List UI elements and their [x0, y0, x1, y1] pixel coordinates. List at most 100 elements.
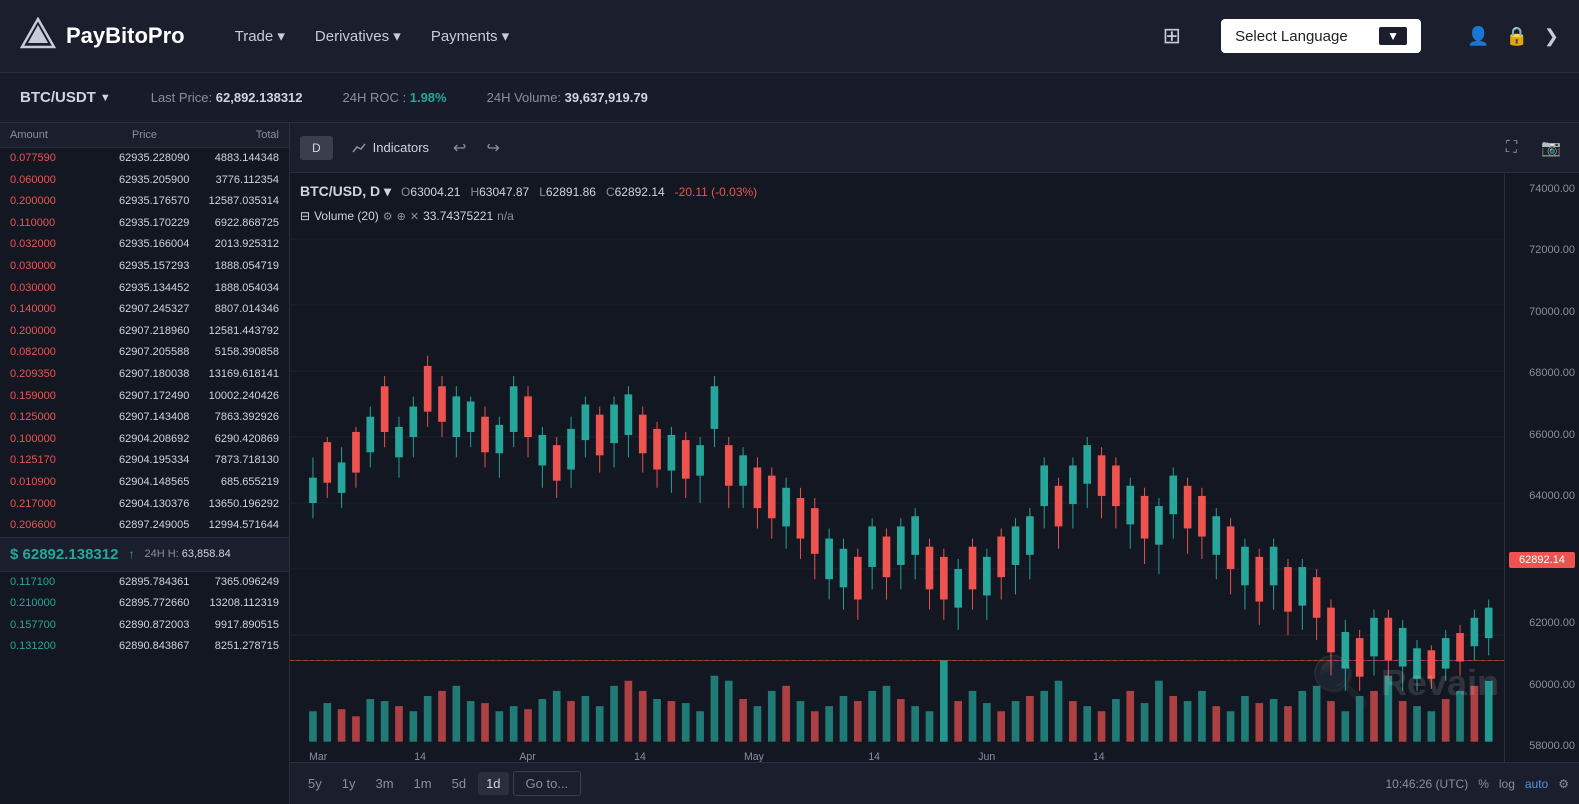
sell-row[interactable]: 0.15900062907.17249010002.240426 — [0, 386, 289, 408]
buy-row[interactable]: 0.21000062895.77266013208.112319 — [0, 593, 289, 615]
chevron-down-icon: ▼ — [1379, 27, 1407, 45]
nav-payments[interactable]: Payments ▾ — [431, 27, 509, 45]
chart-toolbar: D Volume (20) Indicators ↩ ↪ ⛶ 📷 — [290, 123, 1579, 173]
chart-canvas: BTC/USD, D ▾ O63004.21 H63047.87 L62891.… — [290, 173, 1579, 762]
price-level: 72000.00 — [1509, 244, 1575, 256]
vol-settings-icon[interactable]: ⚙ — [383, 210, 393, 223]
watermark-icon: 🔍 — [1311, 653, 1373, 712]
last-price: Last Price: 62,892.138312 — [151, 90, 303, 105]
sell-row[interactable]: 0.01090062904.148565685.655219 — [0, 472, 289, 494]
sell-row[interactable]: 0.12500062907.1434087863.392926 — [0, 407, 289, 429]
grid-icon[interactable]: ⊞ — [1163, 23, 1181, 49]
indicators-button[interactable]: Volume (20) Indicators — [341, 135, 439, 161]
24h-volume: 24H Volume: 39,637,919.79 — [487, 90, 648, 105]
timeframe-1d[interactable]: 1d — [478, 772, 508, 795]
sell-row[interactable]: 0.03000062935.1572931888.054719 — [0, 256, 289, 278]
chart-pair-label[interactable]: BTC/USD, D ▾ — [300, 183, 391, 200]
more-icon[interactable]: ❯ — [1544, 26, 1559, 47]
vol-expand-icon[interactable]: ⊕ — [397, 210, 406, 223]
chart-info-bar: BTC/USD, D ▾ O63004.21 H63047.87 L62891.… — [300, 183, 757, 200]
price-level: 60000.00 — [1509, 679, 1575, 691]
goto-button[interactable]: Go to... — [513, 771, 582, 796]
sell-row[interactable]: 0.21700062904.13037613650.196292 — [0, 494, 289, 516]
redo-button[interactable]: ↪ — [480, 134, 505, 162]
sell-row[interactable]: 0.03200062935.1660042013.925312 — [0, 234, 289, 256]
buy-row[interactable]: 0.11710062895.7843617365.096249 — [0, 572, 289, 594]
sell-row[interactable]: 0.20935062907.18003813169.618141 — [0, 364, 289, 386]
ob-mid-ath: 24H H: 63,858.84 — [144, 548, 230, 560]
nav-trade[interactable]: Trade ▾ — [235, 27, 285, 45]
timeframe-1y[interactable]: 1y — [334, 772, 364, 795]
svg-text:14: 14 — [414, 751, 426, 762]
timeframe-1m[interactable]: 1m — [406, 772, 440, 795]
svg-text:Jun: Jun — [978, 751, 995, 762]
sell-row[interactable]: 0.06000062935.2059003776.112354 — [0, 170, 289, 192]
trading-pair[interactable]: BTC/USDT ▼ — [20, 89, 111, 106]
buy-row[interactable]: 0.15770062890.8720039917.890515 — [0, 615, 289, 637]
svg-text:Apr: Apr — [519, 751, 536, 762]
navbar: PayBitoPro Trade ▾ Derivatives ▾ Payment… — [0, 0, 1579, 73]
sell-row[interactable]: 0.20660062897.24900512994.571644 — [0, 515, 289, 537]
ob-col-amount: Amount — [10, 129, 100, 141]
svg-text:14: 14 — [634, 751, 646, 762]
buy-rows: 0.11710062895.7843617365.0962490.2100006… — [0, 572, 289, 658]
nav-derivatives[interactable]: Derivatives ▾ — [315, 27, 401, 45]
main-layout: Amount Price Total 0.07759062935.2280904… — [0, 123, 1579, 804]
pair-dropdown: ▾ — [384, 183, 391, 199]
svg-text:May: May — [744, 751, 764, 762]
chart-bottom: 5y 1y 3m 1m 5d 1d Go to... 10:46:26 (UTC… — [290, 762, 1579, 804]
timeframe-d-button[interactable]: D — [300, 136, 333, 160]
chart-area: D Volume (20) Indicators ↩ ↪ ⛶ 📷 BTC/USD… — [290, 123, 1579, 804]
timeframe-3m[interactable]: 3m — [367, 772, 401, 795]
price-level: 58000.00 — [1509, 740, 1575, 752]
order-book: Amount Price Total 0.07759062935.2280904… — [0, 123, 290, 804]
chart-time: 10:46:26 (UTC) — [1385, 777, 1468, 791]
fullscreen-button[interactable]: ⛶ — [1498, 135, 1525, 161]
language-selector[interactable]: Select Language ▼ — [1221, 19, 1421, 53]
svg-text:14: 14 — [868, 751, 880, 762]
price-level: 74000.00 — [1509, 183, 1575, 195]
buy-row[interactable]: 0.13120062890.8438678251.278715 — [0, 636, 289, 658]
nav-links: Trade ▾ Derivatives ▾ Payments ▾ — [235, 27, 1133, 45]
sell-row[interactable]: 0.10000062904.2086926290.420869 — [0, 429, 289, 451]
sell-rows: 0.07759062935.2280904883.1443480.0600006… — [0, 148, 289, 537]
sell-row[interactable]: 0.12517062904.1953347873.718130 — [0, 450, 289, 472]
price-level: 62000.00 — [1509, 617, 1575, 629]
screenshot-button[interactable]: 📷 — [1533, 134, 1569, 162]
vol-close-icon[interactable]: ✕ — [410, 210, 419, 223]
sell-row[interactable]: 0.20000062935.17657012587.035314 — [0, 191, 289, 213]
undo-button[interactable]: ↩ — [447, 134, 472, 162]
log-btn[interactable]: log — [1499, 777, 1515, 791]
timeframe-5y[interactable]: 5y — [300, 772, 330, 795]
svg-text:14: 14 — [1093, 751, 1105, 762]
chart-settings-icon[interactable]: ⚙ — [1558, 777, 1569, 791]
auto-btn[interactable]: auto — [1525, 777, 1548, 791]
volume-label[interactable]: ⊟ Volume (20) ⚙ ⊕ ✕ 33.74375221 n/a — [300, 209, 514, 223]
sell-row[interactable]: 0.08200062907.2055885158.390858 — [0, 342, 289, 364]
watermark-text: Revain — [1381, 662, 1499, 704]
price-level: 68000.00 — [1509, 367, 1575, 379]
sell-row[interactable]: 0.03000062935.1344521888.054034 — [0, 278, 289, 300]
chart-volume-bar: ⊟ Volume (20) ⚙ ⊕ ✕ 33.74375221 n/a — [300, 209, 514, 223]
ob-mid-arrow: ↑ — [128, 547, 134, 561]
price-level: 66000.00 — [1509, 429, 1575, 441]
timeframe-5d[interactable]: 5d — [444, 772, 474, 795]
ticker-bar: BTC/USDT ▼ Last Price: 62,892.138312 24H… — [0, 73, 1579, 123]
sell-row[interactable]: 0.20000062907.21896012581.443792 — [0, 321, 289, 343]
watermark: 🔍 Revain — [1311, 653, 1499, 712]
ob-col-price: Price — [100, 129, 190, 141]
percent-btn[interactable]: % — [1478, 777, 1489, 791]
sell-row[interactable]: 0.14000062907.2453278807.014346 — [0, 299, 289, 321]
lang-label: Select Language — [1235, 28, 1348, 45]
user-icon[interactable]: 👤 — [1467, 26, 1489, 47]
price-axis: 74000.00 72000.00 70000.00 68000.00 6600… — [1504, 173, 1579, 762]
pair-dropdown-icon: ▼ — [100, 92, 111, 104]
24h-roc: 24H ROC : 1.98% — [343, 90, 447, 105]
sell-row[interactable]: 0.11000062935.1702296922.868725 — [0, 213, 289, 235]
sell-row[interactable]: 0.07759062935.2280904883.144348 — [0, 148, 289, 170]
logo-icon — [20, 17, 56, 56]
chart-change: -20.11 (-0.03%) — [675, 185, 757, 199]
nav-icons: 👤 🔒 ❯ — [1467, 26, 1559, 47]
lock-icon[interactable]: 🔒 — [1505, 26, 1527, 47]
ob-header: Amount Price Total — [0, 123, 289, 148]
